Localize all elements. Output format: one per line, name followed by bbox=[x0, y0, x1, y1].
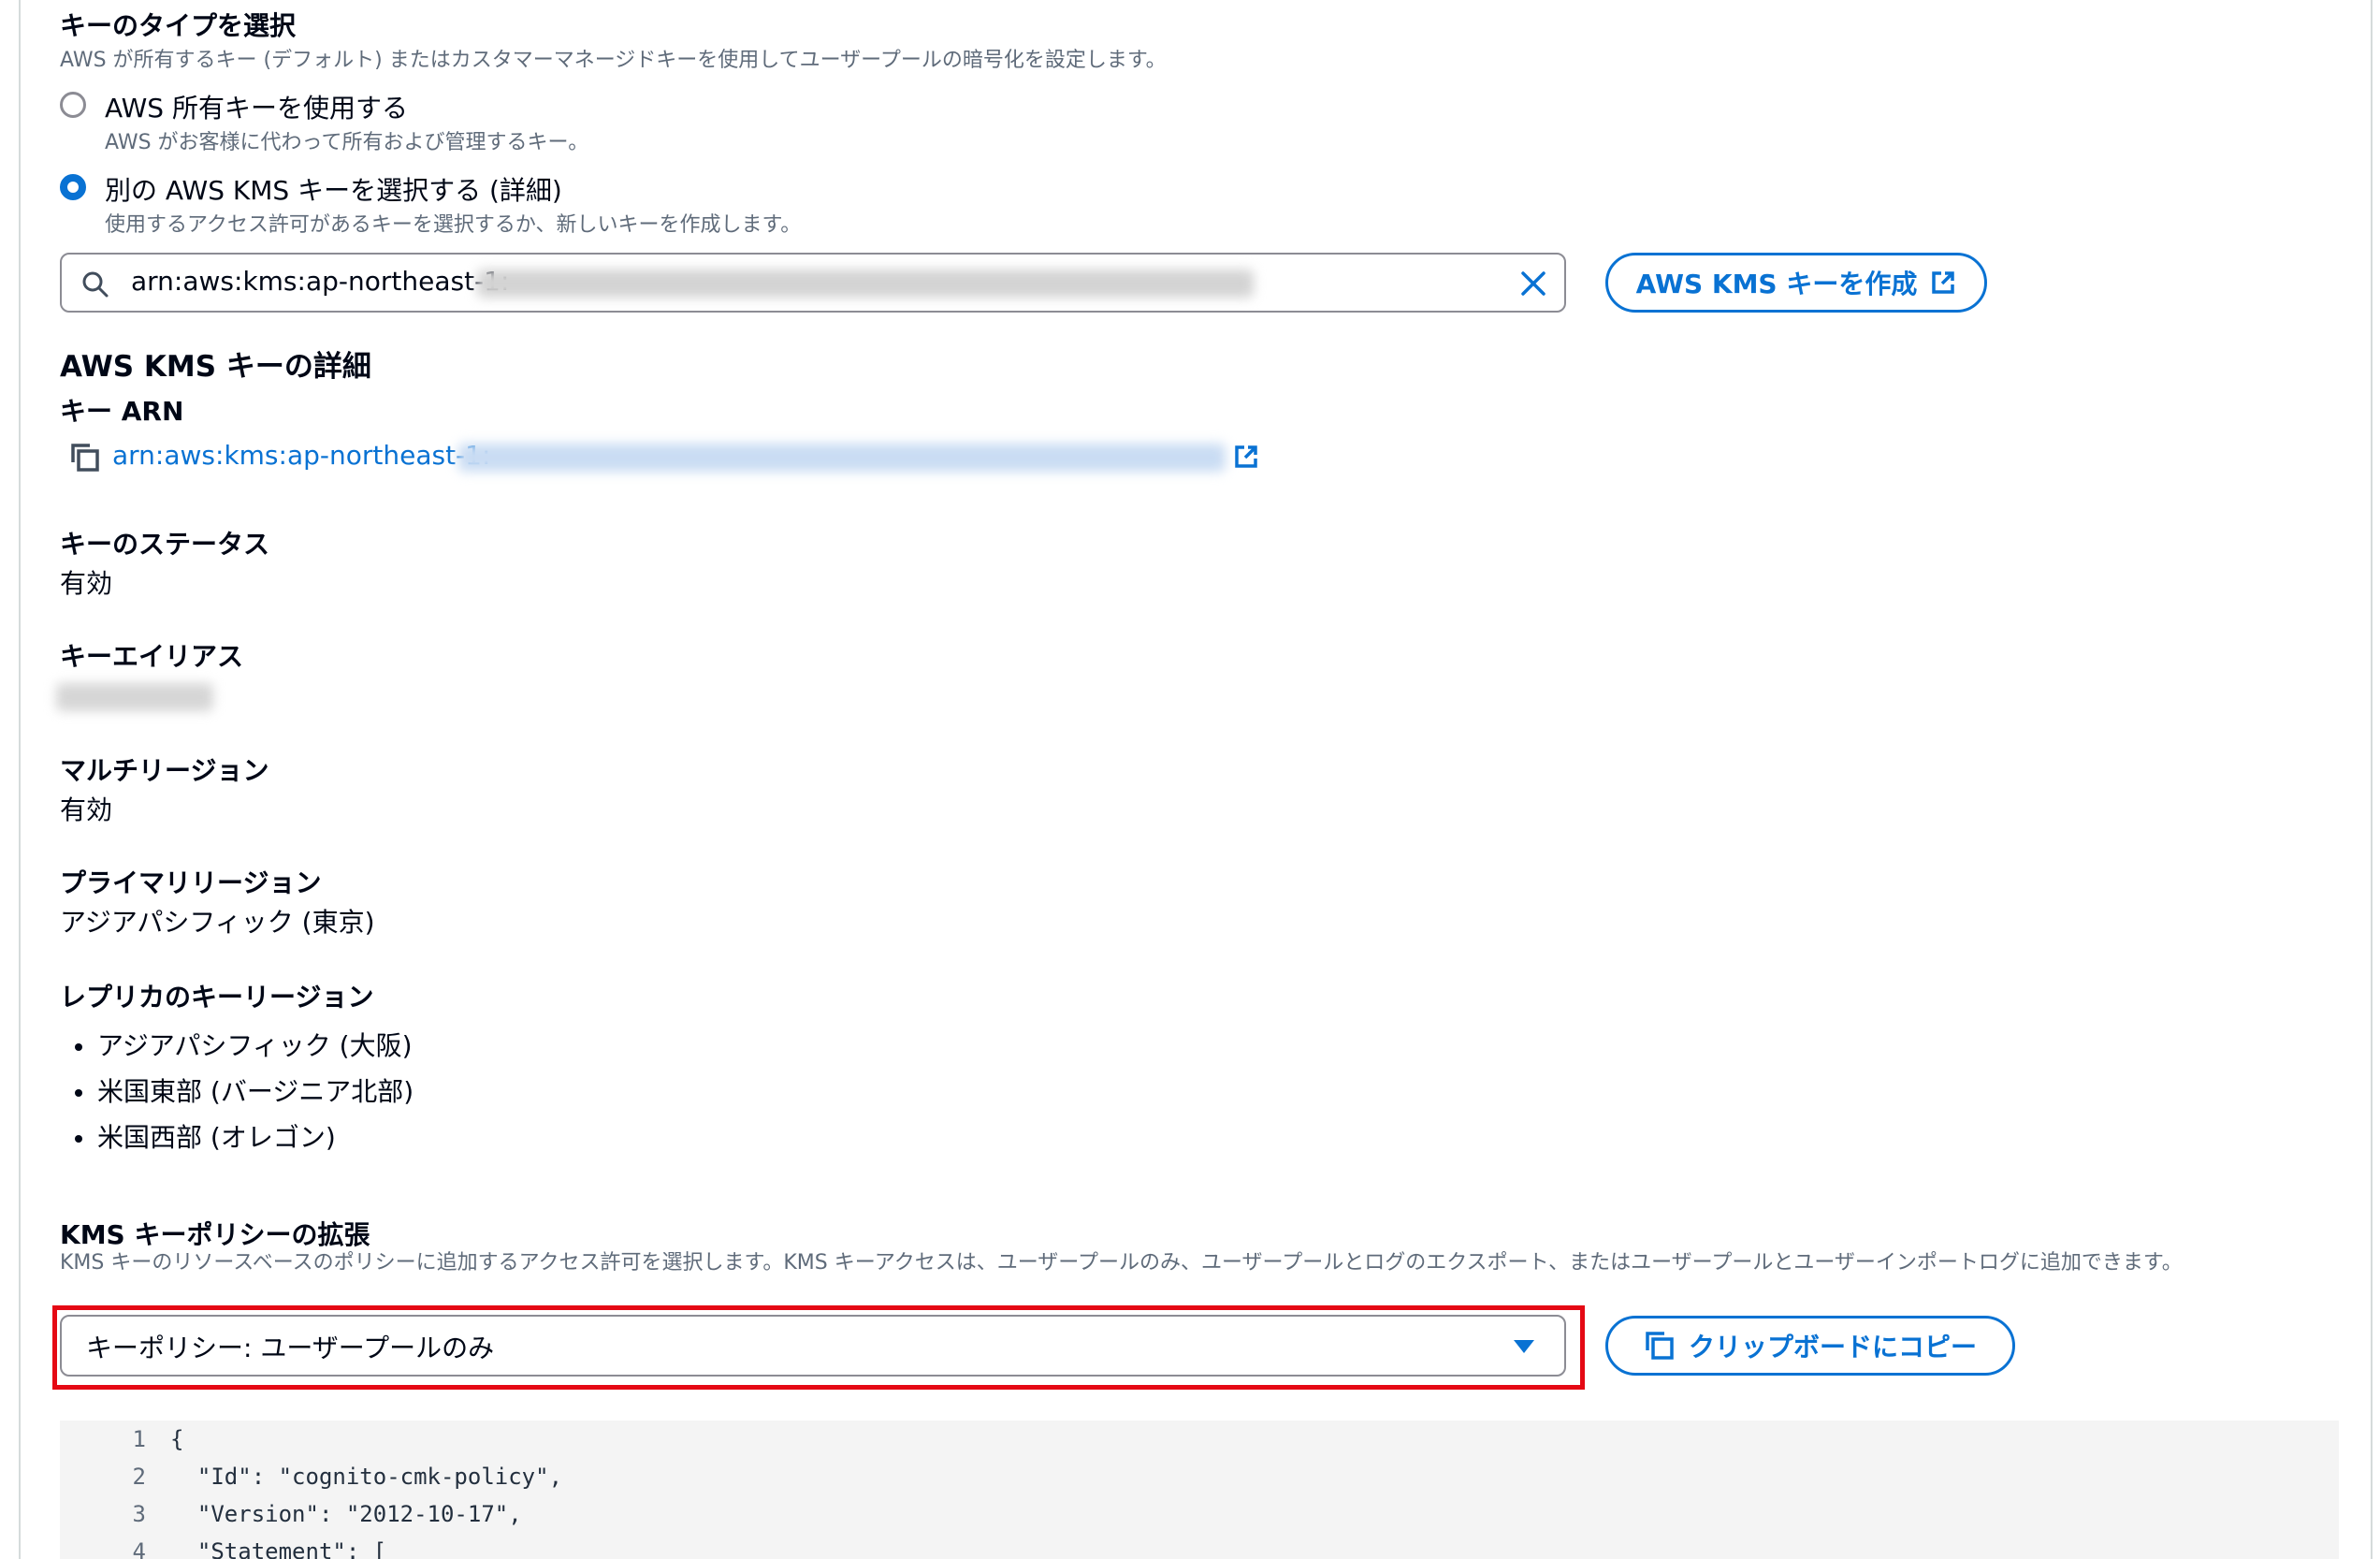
close-icon[interactable] bbox=[1517, 268, 1549, 299]
key-arn-link[interactable]: arn:aws:kms:ap-northeast-1: bbox=[112, 440, 490, 471]
primary-region-label: プライマリリージョン bbox=[60, 867, 322, 898]
copy-to-clipboard-label: クリップボードにコピー bbox=[1688, 1332, 1977, 1362]
code-line: 4 "Statement": [ bbox=[132, 1538, 387, 1559]
key-type-title: キーのタイプを選択 bbox=[60, 10, 297, 41]
radio-custom-kms-key-label[interactable]: 別の AWS KMS キーを選択する (詳細) bbox=[105, 170, 562, 208]
replica-regions-list: アジアパシフィック (大阪) 米国東部 (バージニア北部) 米国西部 (オレゴン… bbox=[60, 1027, 414, 1165]
radio-custom-kms-key[interactable] bbox=[60, 174, 86, 200]
key-status-value: 有効 bbox=[60, 568, 113, 599]
caret-down-icon bbox=[1514, 1340, 1534, 1353]
code-line: 3 "Version": "2012-10-17", bbox=[132, 1501, 522, 1527]
code-line: 1{ bbox=[132, 1426, 184, 1452]
copy-icon bbox=[1646, 1332, 1674, 1360]
create-kms-key-button[interactable]: AWS KMS キーを作成 bbox=[1605, 253, 1987, 313]
list-item: アジアパシフィック (大阪) bbox=[60, 1027, 414, 1073]
redacted-key-alias bbox=[56, 683, 213, 711]
code-line: 2 "Id": "cognito-cmk-policy", bbox=[132, 1464, 563, 1490]
radio-aws-owned-key-description: AWS がお客様に代わって所有および管理するキー。 bbox=[105, 131, 589, 154]
redacted-key-id bbox=[477, 270, 1254, 298]
key-policy-select-value: キーポリシー: ユーザープールのみ bbox=[86, 1333, 495, 1363]
key-arn-label: キー ARN bbox=[60, 396, 184, 427]
multiregion-label: マルチリージョン bbox=[60, 755, 269, 786]
external-link-icon bbox=[1932, 271, 1955, 294]
kms-key-search-input[interactable]: arn:aws:kms:ap-northeast-1: bbox=[60, 253, 1566, 313]
key-alias-label: キーエイリアス bbox=[60, 641, 244, 672]
radio-aws-owned-key[interactable] bbox=[60, 92, 86, 118]
radio-aws-owned-key-label[interactable]: AWS 所有キーを使用する bbox=[105, 88, 408, 125]
primary-region-value: アジアパシフィック (東京) bbox=[60, 907, 375, 938]
key-status-label: キーのステータス bbox=[60, 529, 270, 560]
radio-custom-kms-key-description: 使用するアクセス許可があるキーを選択するか、新しいキーを作成します。 bbox=[105, 213, 802, 237]
redacted-arn-id bbox=[458, 444, 1226, 472]
search-value: arn:aws:kms:ap-northeast-1: bbox=[131, 266, 510, 297]
key-type-description: AWS が所有するキー (デフォルト) またはカスタマーマネージドキーを使用して… bbox=[60, 49, 1167, 72]
replica-regions-label: レプリカのキーリージョン bbox=[60, 982, 374, 1013]
policy-code-viewer[interactable]: 1{ 2 "Id": "cognito-cmk-policy", 3 "Vers… bbox=[60, 1421, 2339, 1559]
list-item: 米国西部 (オレゴン) bbox=[60, 1119, 414, 1165]
key-policy-select[interactable]: キーポリシー: ユーザープールのみ bbox=[60, 1315, 1566, 1377]
copy-icon[interactable] bbox=[69, 442, 101, 474]
policy-title: KMS キーポリシーの拡張 bbox=[60, 1219, 370, 1250]
external-link-icon[interactable] bbox=[1233, 444, 1259, 470]
copy-to-clipboard-button[interactable]: クリップボードにコピー bbox=[1605, 1316, 2015, 1376]
list-item: 米国東部 (バージニア北部) bbox=[60, 1073, 414, 1119]
policy-description: KMS キーのリソースベースのポリシーに追加するアクセス許可を選択します。KMS… bbox=[60, 1251, 2183, 1275]
search-icon bbox=[82, 271, 109, 298]
key-details-title: AWS KMS キーの詳細 bbox=[60, 350, 371, 384]
create-kms-key-label: AWS KMS キーを作成 bbox=[1635, 269, 1918, 299]
multiregion-value: 有効 bbox=[60, 794, 113, 825]
